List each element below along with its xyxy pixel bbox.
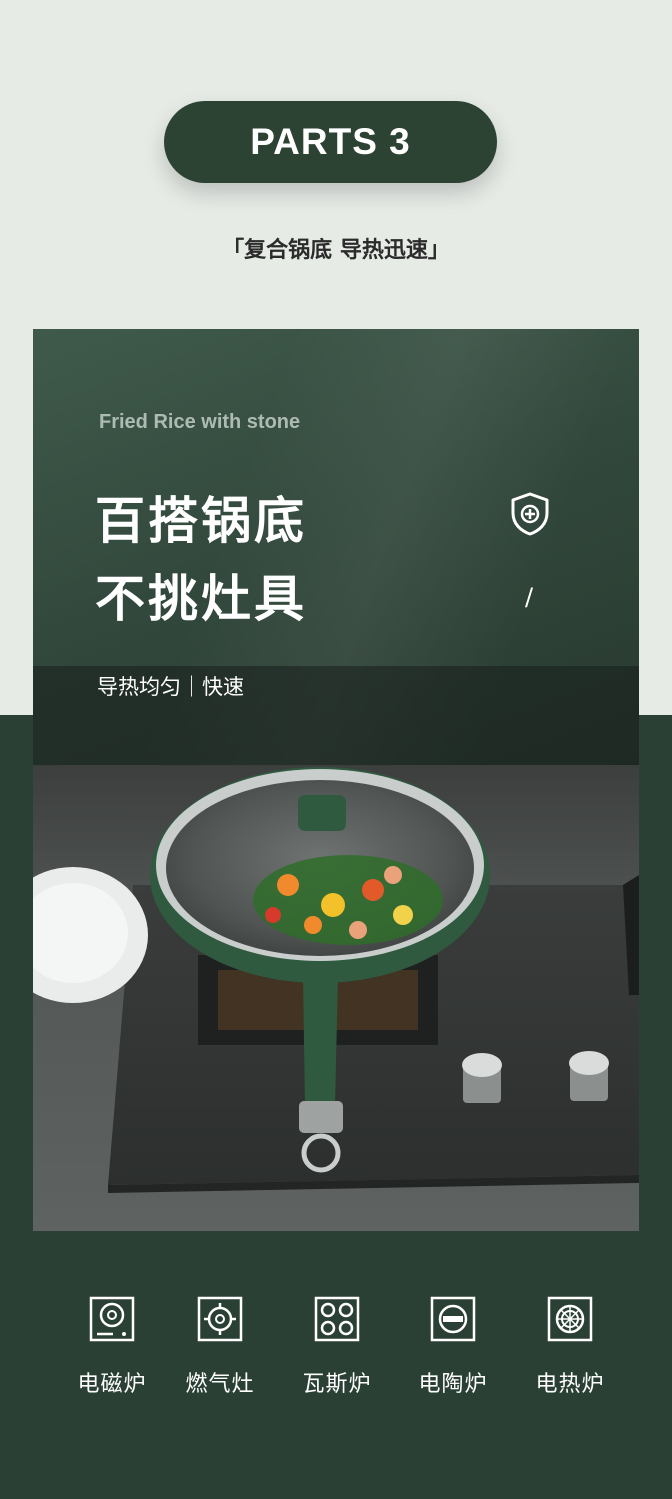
gas-stove-icon — [197, 1296, 243, 1342]
stove-item-induction: 电磁炉 — [67, 1296, 157, 1398]
stove-item-ceramic: 电陶炉 — [408, 1296, 498, 1398]
stove-item-electric: 电热炉 — [525, 1296, 615, 1398]
stove-label: 电热炉 — [535, 1372, 605, 1397]
stove-item-gas: 燃气灶 — [175, 1296, 265, 1398]
parts-badge: PARTS 3 — [164, 101, 497, 183]
band-text: 导热均匀｜快速 — [97, 675, 244, 699]
feature-card: Fried Rice with stone 百搭锅底 不挑灶具 / 导热均匀｜快… — [33, 329, 639, 1231]
stove-label: 电磁炉 — [77, 1372, 147, 1397]
stove-item-four-burner: 瓦斯炉 — [292, 1296, 382, 1398]
stove-label: 电陶炉 — [418, 1372, 488, 1397]
induction-cooker-icon — [89, 1296, 135, 1342]
ceramic-cooker-icon — [430, 1296, 476, 1342]
headline-line-2: 不挑灶具 — [95, 570, 307, 628]
slash-mark: / — [525, 583, 534, 611]
stove-label: 瓦斯炉 — [302, 1372, 372, 1397]
stove-compatibility-row: 电磁炉 燃气灶 瓦斯炉 电陶炉 电热炉 — [0, 1296, 672, 1398]
four-burner-stove-icon — [314, 1296, 360, 1342]
wok-on-stove-photo — [33, 765, 639, 1231]
shield-plus-icon — [511, 492, 549, 536]
headline-line-1: 百搭锅底 — [95, 492, 307, 550]
parts-badge-label: PARTS 3 — [250, 121, 411, 162]
section-subtitle: 「复合锅底 导热迅速」 — [222, 238, 450, 263]
english-caption: Fried Rice with stone — [99, 411, 301, 433]
electric-heater-icon — [547, 1296, 593, 1342]
feature-band: 导热均匀｜快速 — [33, 666, 639, 765]
stove-label: 燃气灶 — [185, 1372, 255, 1397]
